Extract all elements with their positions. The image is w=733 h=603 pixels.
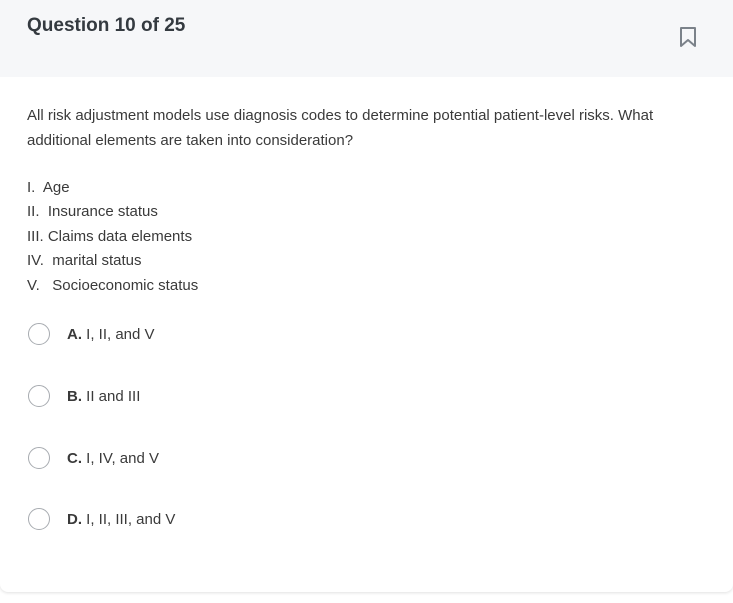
option-text: II and III <box>82 388 141 405</box>
answer-option-label: D. I, II, III, and V <box>67 510 175 530</box>
option-letter: C. <box>67 450 82 467</box>
statement-item: II. Insurance status <box>27 203 158 221</box>
answer-option-a[interactable]: A. I, II, and V <box>28 323 428 349</box>
question-header: Question 10 of 25 <box>0 0 733 77</box>
radio-button[interactable] <box>28 385 50 407</box>
answer-option-d[interactable]: D. I, II, III, and V <box>28 508 428 534</box>
bookmark-icon[interactable] <box>678 26 698 48</box>
radio-button[interactable] <box>28 447 50 469</box>
statement-item: V. Socioeconomic status <box>27 276 199 294</box>
option-letter: A. <box>67 326 82 343</box>
question-counter: Question 10 of 25 <box>27 15 186 36</box>
answer-option-c[interactable]: C. I, IV, and V <box>28 447 428 473</box>
question-card: Question 10 of 25 All risk adjustment mo… <box>0 0 733 592</box>
statement-list: I. Age II. Insurance status III. Claims … <box>27 176 198 298</box>
option-text: I, II, III, and V <box>82 511 176 528</box>
option-letter: D. <box>67 511 82 528</box>
option-text: I, IV, and V <box>82 450 159 467</box>
option-letter: B. <box>67 388 82 405</box>
statement-item: III. Claims data elements <box>27 227 193 245</box>
statement-item: I. Age <box>27 179 70 196</box>
answer-option-label: A. I, II, and V <box>67 325 155 345</box>
question-text: All risk adjustment models use diagnosis… <box>27 107 654 149</box>
answer-option-b[interactable]: B. II and III <box>28 385 428 411</box>
option-text: I, II, and V <box>82 326 155 343</box>
answer-option-label: B. II and III <box>67 387 140 407</box>
answer-option-label: C. I, IV, and V <box>67 449 159 469</box>
radio-button[interactable] <box>28 508 50 530</box>
radio-button[interactable] <box>28 323 50 345</box>
statement-item: IV. marital status <box>27 252 142 270</box>
